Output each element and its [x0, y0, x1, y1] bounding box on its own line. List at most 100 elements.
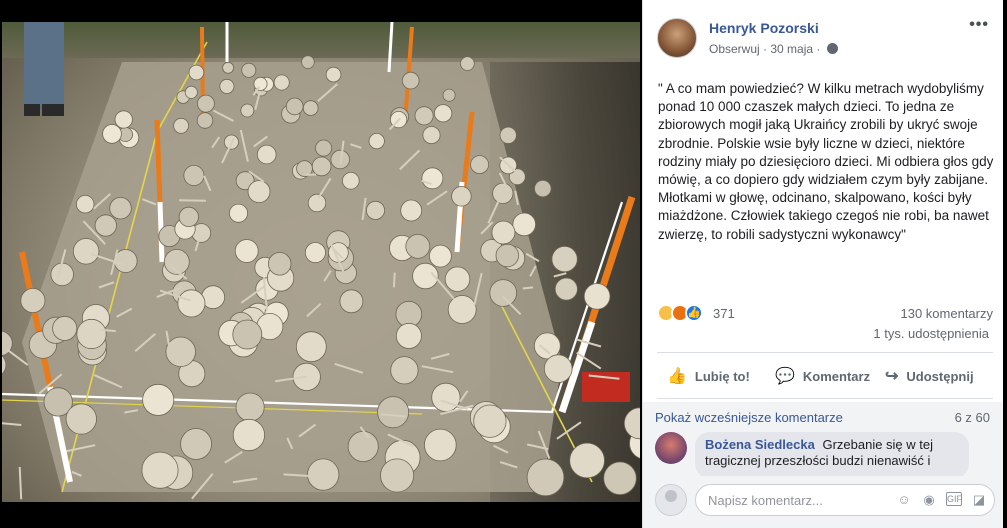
skull — [307, 458, 340, 491]
like-label: Lubię to! — [694, 368, 750, 384]
skull — [219, 78, 235, 94]
skull — [196, 94, 215, 113]
post-date[interactable]: 30 maja — [770, 42, 813, 56]
gif-icon[interactable]: GIF — [946, 492, 962, 506]
comment: Bożena Siedlecka Grzebanie się w tej tra… — [655, 432, 985, 476]
globe-icon — [826, 43, 838, 54]
skull — [188, 64, 205, 81]
like-reaction-icon: 👍 — [685, 304, 703, 322]
skull — [273, 74, 290, 91]
skull — [325, 66, 342, 83]
skull — [268, 252, 292, 276]
skull — [499, 126, 517, 144]
skull — [234, 239, 259, 263]
skull — [20, 287, 46, 313]
skull — [241, 62, 257, 78]
skull — [75, 194, 95, 214]
skull — [240, 103, 255, 118]
skull — [512, 212, 537, 237]
thumbs-up-icon: 👍 — [667, 368, 687, 385]
skull — [428, 244, 452, 268]
skull — [65, 403, 97, 435]
comments-count[interactable]: 130 komentarzy — [901, 306, 994, 321]
skull — [235, 392, 265, 422]
skull — [534, 179, 552, 198]
comments-section: Pokaż wcześniejsze komentarze 6 z 60 Boż… — [643, 402, 1004, 528]
skull — [365, 200, 385, 220]
skull — [50, 262, 74, 287]
skull — [447, 295, 477, 324]
share-button[interactable]: ↪ Udostępnij — [885, 360, 974, 392]
divider — [657, 398, 993, 399]
divider — [657, 352, 993, 353]
post-photo[interactable] — [0, 0, 642, 528]
skull — [228, 203, 248, 223]
post-header: Henryk Pozorski Obserwuj · 30 maja · ••• — [657, 16, 997, 64]
bone — [100, 328, 116, 333]
reactions-bar[interactable]: 👍 371 130 komentarzy — [657, 304, 993, 324]
skull — [142, 383, 175, 416]
bone — [553, 272, 567, 278]
sticker-icon[interactable]: ◪ — [971, 492, 987, 508]
skull — [285, 97, 304, 116]
skull — [178, 206, 199, 227]
skull — [473, 404, 507, 438]
skull — [165, 336, 196, 368]
skull — [380, 458, 415, 493]
author-name[interactable]: Henryk Pozorski — [709, 20, 819, 36]
excavation-photo — [2, 22, 640, 502]
bone — [6, 348, 29, 366]
share-icon: ↪ — [885, 368, 899, 385]
comment-button[interactable]: 💬 Komentarz — [775, 360, 870, 392]
skull — [442, 88, 456, 102]
post-actions: 👍 Lubię to! 💬 Komentarz ↪ Udostępnij — [657, 360, 993, 392]
meta-separator-2: · — [816, 42, 821, 56]
frame-border — [1003, 0, 1007, 528]
skull — [232, 319, 263, 350]
bone — [18, 466, 23, 500]
skull — [183, 164, 205, 186]
skull — [339, 289, 364, 314]
skull — [72, 238, 100, 265]
author-avatar[interactable] — [657, 18, 697, 58]
skull — [311, 156, 332, 177]
skull — [232, 418, 265, 452]
skull — [623, 407, 640, 440]
skull — [395, 322, 422, 349]
skull — [583, 283, 611, 310]
skull — [102, 124, 122, 144]
like-button[interactable]: 👍 Lubię to! — [667, 360, 750, 392]
skull — [569, 442, 605, 479]
skull — [401, 71, 420, 90]
skull — [543, 354, 573, 384]
skull — [177, 289, 206, 318]
camera-icon[interactable]: ◉ — [921, 492, 937, 508]
skull — [495, 243, 520, 268]
skull — [603, 461, 637, 495]
emoji-icon[interactable]: ☺ — [896, 492, 912, 508]
view-previous-comments-link[interactable]: Pokaż wcześniejsze komentarze — [655, 410, 843, 425]
shares-count[interactable]: 1 tys. udostępnienia — [873, 326, 989, 341]
skull — [400, 199, 423, 222]
user-avatar — [655, 484, 687, 516]
skull — [489, 279, 518, 307]
reaction-count[interactable]: 371 — [713, 306, 735, 321]
comment-label: Komentarz — [802, 368, 871, 384]
skull — [304, 242, 326, 264]
excavation-scene-drawing — [2, 22, 640, 500]
bone — [522, 286, 534, 290]
commenter-avatar[interactable] — [655, 432, 687, 464]
follow-link[interactable]: Obserwuj — [709, 42, 760, 56]
comments-pagination: 6 z 60 — [954, 410, 990, 425]
skull — [526, 458, 565, 497]
commenter-name[interactable]: Bożena Siedlecka — [705, 437, 815, 452]
bone — [2, 422, 22, 426]
skull — [390, 356, 419, 385]
skull — [173, 117, 190, 134]
post-panel: Henryk Pozorski Obserwuj · 30 maja · •••… — [642, 0, 1004, 528]
meta-separator: · — [763, 42, 768, 56]
skull — [491, 220, 516, 245]
skull — [368, 133, 385, 150]
more-options-icon[interactable]: ••• — [969, 16, 989, 34]
skull — [377, 396, 410, 429]
